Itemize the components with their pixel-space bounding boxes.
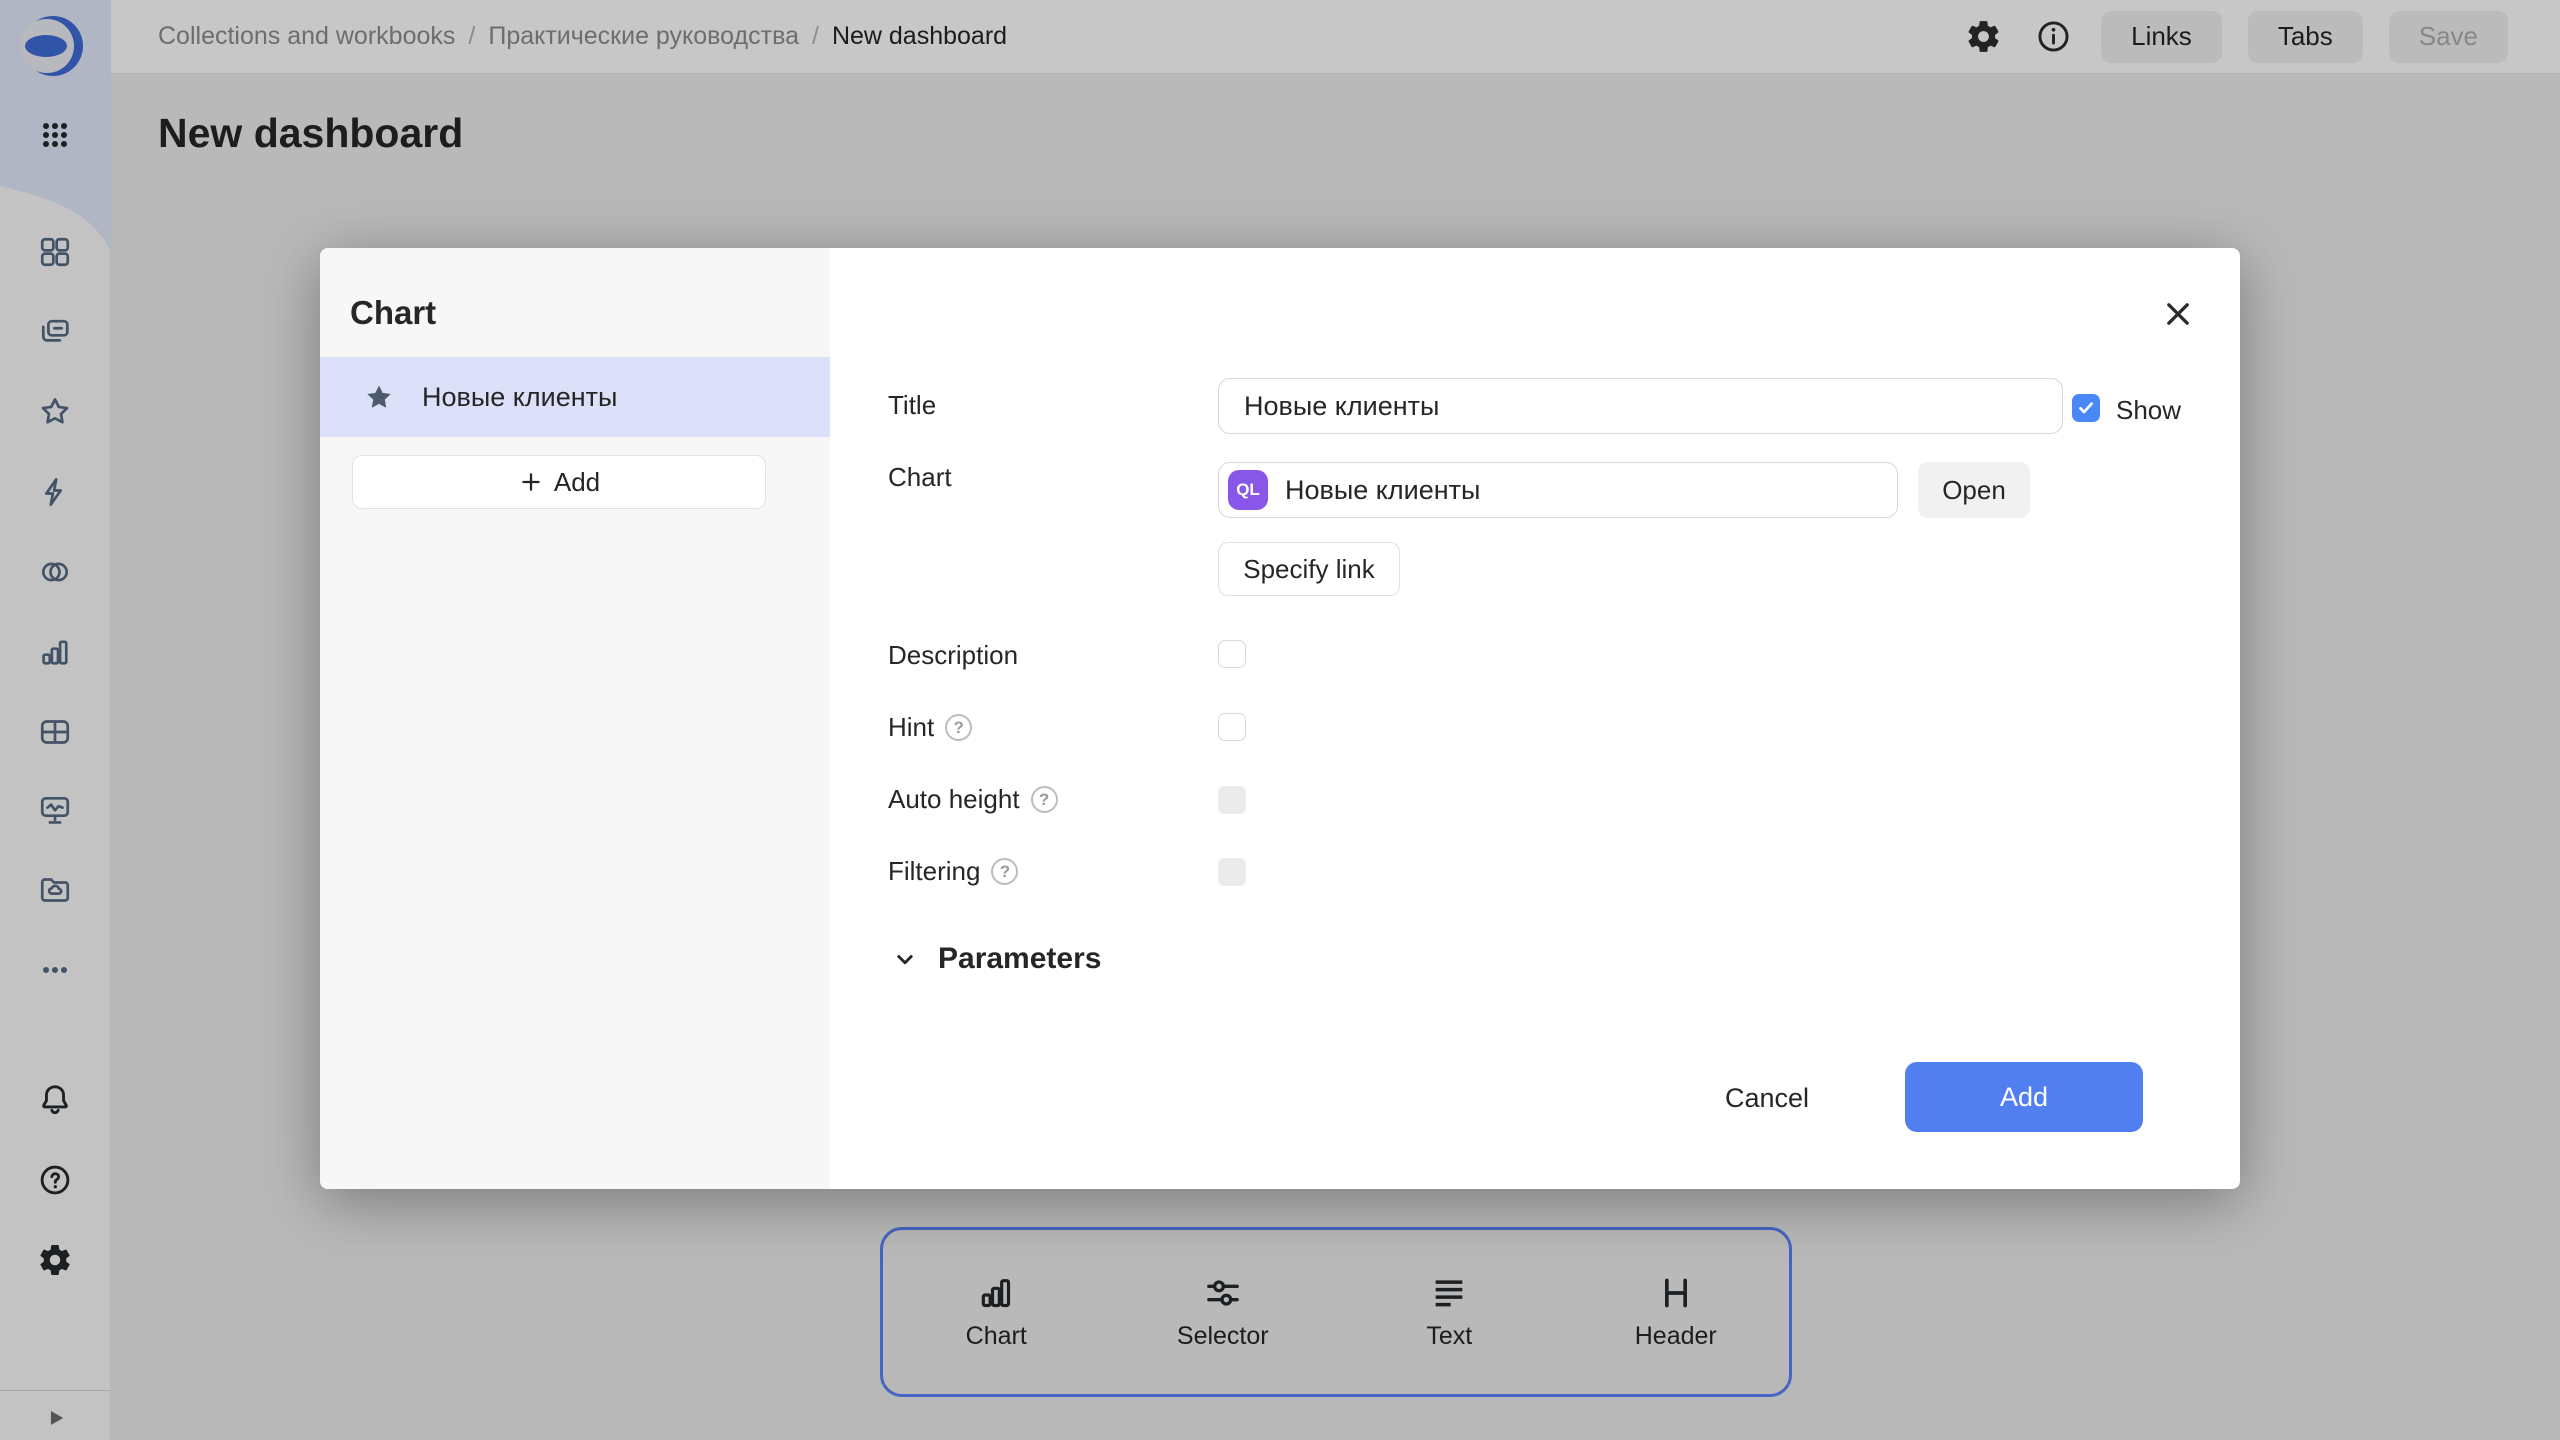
auto-height-label: Auto height [888, 784, 1058, 815]
star-filled-icon [364, 382, 394, 412]
hint-checkbox[interactable] [1218, 713, 1246, 741]
specify-link-button[interactable]: Specify link [1218, 542, 1400, 596]
hint-label: Hint [888, 712, 972, 743]
chart-field-label: Chart [888, 462, 952, 493]
auto-height-help-icon[interactable] [1031, 786, 1058, 813]
plus-icon [518, 469, 544, 495]
chart-name: Новые клиенты [1285, 475, 1480, 506]
title-field-label: Title [888, 390, 936, 421]
hint-label-text: Hint [888, 712, 934, 743]
filtering-checkbox [1218, 858, 1246, 886]
filtering-label: Filtering [888, 856, 1018, 887]
add-widget-button[interactable]: Add [1905, 1062, 2143, 1132]
parameters-label: Parameters [938, 942, 1101, 976]
close-icon [2161, 297, 2195, 331]
dialog-title: Chart [350, 294, 436, 332]
add-tab-label: Add [554, 467, 600, 498]
auto-height-checkbox [1218, 786, 1246, 814]
datalens-app: Collections and workbooks / Практические… [0, 0, 2560, 1440]
filtering-label-text: Filtering [888, 856, 980, 887]
filtering-help-icon[interactable] [991, 858, 1018, 885]
checkmark-icon [2076, 398, 2096, 418]
chart-select-field[interactable]: QL Новые клиенты [1218, 462, 1898, 518]
open-chart-button[interactable]: Open [1918, 462, 2030, 518]
chart-tab-label: Новые клиенты [422, 382, 617, 413]
show-title-checkbox[interactable] [2072, 394, 2100, 422]
dialog-tabs-panel: Chart Новые клиенты Add [320, 248, 830, 1189]
parameters-toggle[interactable]: Parameters [890, 942, 1101, 976]
show-title-label[interactable]: Show [2116, 395, 2181, 426]
chart-widget-dialog: Chart Новые клиенты Add Title [320, 248, 2240, 1189]
ql-chart-badge: QL [1228, 470, 1268, 510]
title-input[interactable] [1218, 378, 2063, 434]
description-label: Description [888, 640, 1018, 671]
chevron-down-icon [890, 944, 920, 974]
hint-help-icon[interactable] [945, 714, 972, 741]
auto-height-label-text: Auto height [888, 784, 1020, 815]
chart-tab-selected[interactable]: Новые клиенты [320, 357, 830, 437]
close-dialog-button[interactable] [2156, 292, 2200, 336]
description-checkbox[interactable] [1218, 640, 1246, 668]
add-tab-button[interactable]: Add [352, 455, 766, 509]
cancel-button[interactable]: Cancel [1692, 1070, 1842, 1126]
